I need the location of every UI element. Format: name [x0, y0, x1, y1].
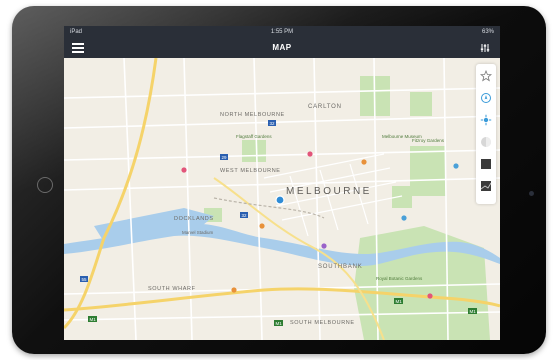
- district-label: CARLTON: [308, 104, 342, 110]
- star-icon[interactable]: [480, 70, 492, 82]
- current-location-icon[interactable]: [275, 195, 285, 205]
- poi-label: Fitzroy Gardens: [412, 138, 445, 143]
- road-badge: 29: [222, 155, 228, 160]
- filter-sliders-icon[interactable]: [480, 43, 490, 53]
- layers-icon[interactable]: [480, 136, 492, 148]
- road-badge: M1: [396, 299, 403, 304]
- locate-icon[interactable]: [480, 114, 492, 126]
- map-tools-panel: [476, 64, 496, 204]
- park-fitzroy: [410, 146, 446, 196]
- poi-label: Royal Botanic Gardens: [376, 276, 423, 281]
- home-button[interactable]: [37, 177, 53, 193]
- poi-icon[interactable]: [427, 293, 433, 299]
- map-view[interactable]: M1 M1 M1 M1 32 32 29 55 CARLTON NORTH ME…: [64, 58, 500, 340]
- district-label: SOUTH WHARF: [148, 286, 196, 292]
- road-badge: M1: [90, 317, 97, 322]
- poi-label: Marvel Stadium: [182, 230, 214, 235]
- district-label: SOUTH MELBOURNE: [290, 320, 355, 326]
- park-north: [410, 92, 432, 116]
- district-label: DOCKLANDS: [174, 216, 214, 222]
- road-badge: 55: [82, 277, 88, 282]
- park-flagstaff: [242, 140, 266, 162]
- page-title: MAP: [272, 43, 292, 52]
- front-camera: [529, 191, 534, 196]
- road-badge: M1: [276, 321, 283, 326]
- road-badge: 32: [242, 213, 248, 218]
- district-label: NORTH MELBOURNE: [220, 112, 285, 118]
- road-badge: 32: [270, 121, 276, 126]
- road-badge: M1: [470, 309, 477, 314]
- park-botanic: [354, 226, 490, 340]
- hybrid-icon[interactable]: [480, 180, 492, 192]
- district-label: SOUTHBANK: [318, 264, 363, 270]
- clock: 1:55 PM: [270, 29, 294, 35]
- poi-icon[interactable]: [361, 159, 367, 165]
- district-label: WEST MELBOURNE: [220, 168, 281, 174]
- poi-icon[interactable]: [181, 167, 187, 173]
- compass-icon[interactable]: [480, 92, 492, 104]
- city-label: MELBOURNE: [286, 186, 372, 197]
- poi-icon[interactable]: [453, 163, 459, 169]
- poi-icon[interactable]: [231, 287, 237, 293]
- app-screen: iPad 1:55 PM 63% MAP M1 M1 M1 M1 32 32 2…: [64, 26, 500, 340]
- poi-label: Flagstaff Gardens: [236, 134, 272, 139]
- poi-icon[interactable]: [401, 215, 407, 221]
- poi-icon[interactable]: [321, 243, 327, 249]
- top-navbar: MAP: [64, 38, 500, 58]
- status-bar: iPad 1:55 PM 63%: [64, 26, 500, 38]
- poi-icon[interactable]: [259, 223, 265, 229]
- satellite-icon[interactable]: [480, 158, 492, 170]
- battery-label: 63%: [481, 29, 494, 35]
- poi-icon[interactable]: [307, 151, 313, 157]
